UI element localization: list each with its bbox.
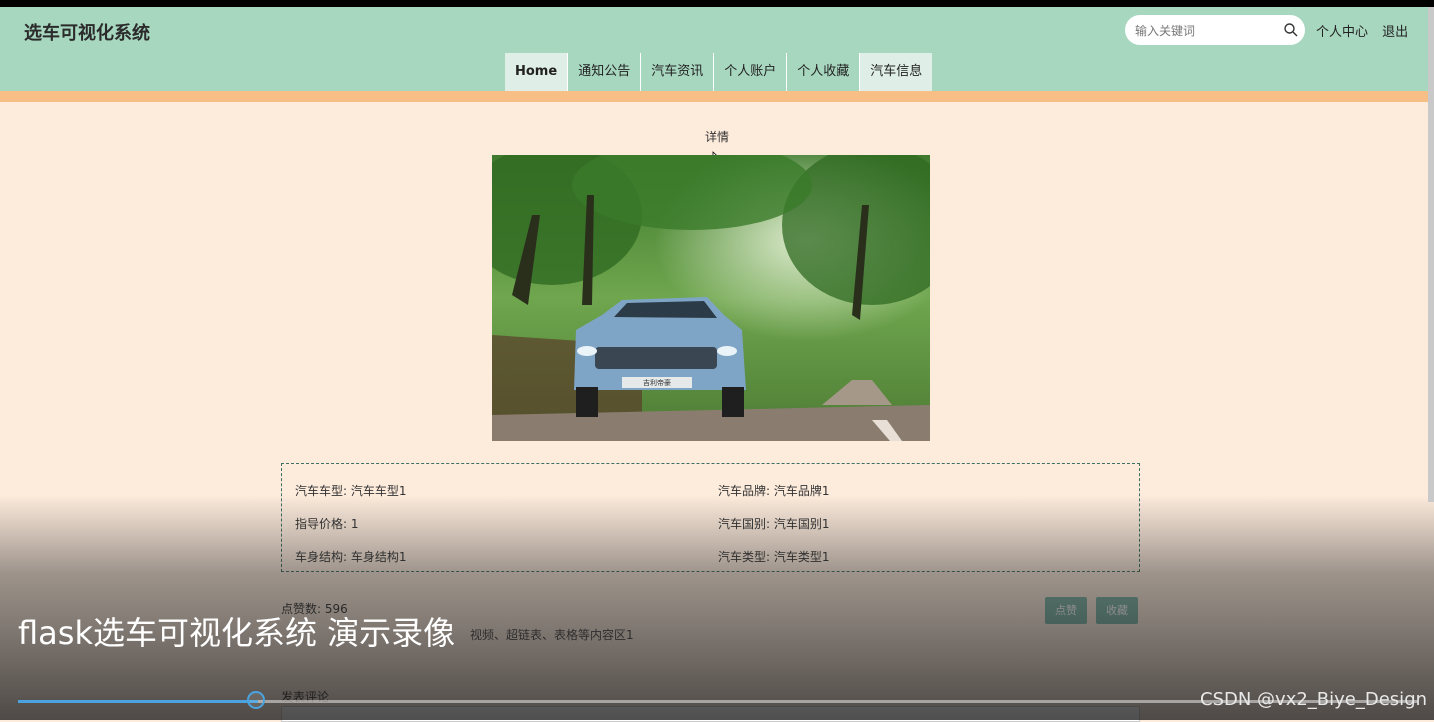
page-scrollbar[interactable] xyxy=(1428,7,1434,502)
search-input[interactable] xyxy=(1133,21,1277,41)
user-center-link[interactable]: 个人中心 xyxy=(1316,25,1368,40)
collect-button[interactable]: 收藏 xyxy=(1096,597,1138,624)
info-price: 指导价格: 1 xyxy=(295,517,359,531)
video-progress-fill xyxy=(18,700,258,703)
nav-car-news[interactable]: 汽车资讯 xyxy=(640,53,714,91)
search-box xyxy=(1125,15,1305,45)
like-button[interactable]: 点赞 xyxy=(1045,597,1087,624)
info-body: 车身结构: 车身结构1 xyxy=(295,550,407,564)
nav-account[interactable]: 个人账户 xyxy=(713,53,787,91)
info-model: 汽车车型: 汽车车型1 xyxy=(295,484,407,498)
search-icon[interactable] xyxy=(1283,22,1299,38)
window-top-bar xyxy=(0,0,1434,7)
nav-favorites[interactable]: 个人收藏 xyxy=(786,53,860,91)
info-type: 汽车类型: 汽车类型1 xyxy=(718,550,830,564)
content-area-text: 视频、超链表、表格等内容区1 xyxy=(470,628,634,642)
main-nav: Home 通知公告 汽车资讯 个人账户 个人收藏 汽车信息 xyxy=(505,53,933,91)
car-photo: 吉利帝豪 xyxy=(492,155,930,441)
watermark: CSDN @vx2_Biye_Design xyxy=(1200,689,1428,710)
video-title: flask选车可视化系统 演示录像 xyxy=(18,614,456,652)
site-header: 选车可视化系统 个人中心 退出 Home 通知公告 汽车资讯 个人账户 个人收藏… xyxy=(0,7,1434,91)
car-info-box: 汽车车型: 汽车车型1 汽车品牌: 汽车品牌1 指导价格: 1 汽车国别: 汽车… xyxy=(281,463,1140,572)
header-accent-stripe xyxy=(0,91,1434,102)
page-title: 详情 xyxy=(704,130,729,144)
nav-home[interactable]: Home xyxy=(505,53,568,91)
video-progress-handle[interactable] xyxy=(247,691,265,709)
logout-link[interactable]: 退出 xyxy=(1382,25,1408,40)
site-logo[interactable]: 选车可视化系统 xyxy=(24,19,150,45)
nav-notices[interactable]: 通知公告 xyxy=(567,53,641,91)
nav-car-info[interactable]: 汽车信息 xyxy=(859,53,933,91)
user-links: 个人中心 退出 xyxy=(1316,21,1418,40)
info-brand: 汽车品牌: 汽车品牌1 xyxy=(718,484,830,498)
info-country: 汽车国别: 汽车国别1 xyxy=(718,517,830,531)
car-plate-text: 吉利帝豪 xyxy=(643,378,671,387)
